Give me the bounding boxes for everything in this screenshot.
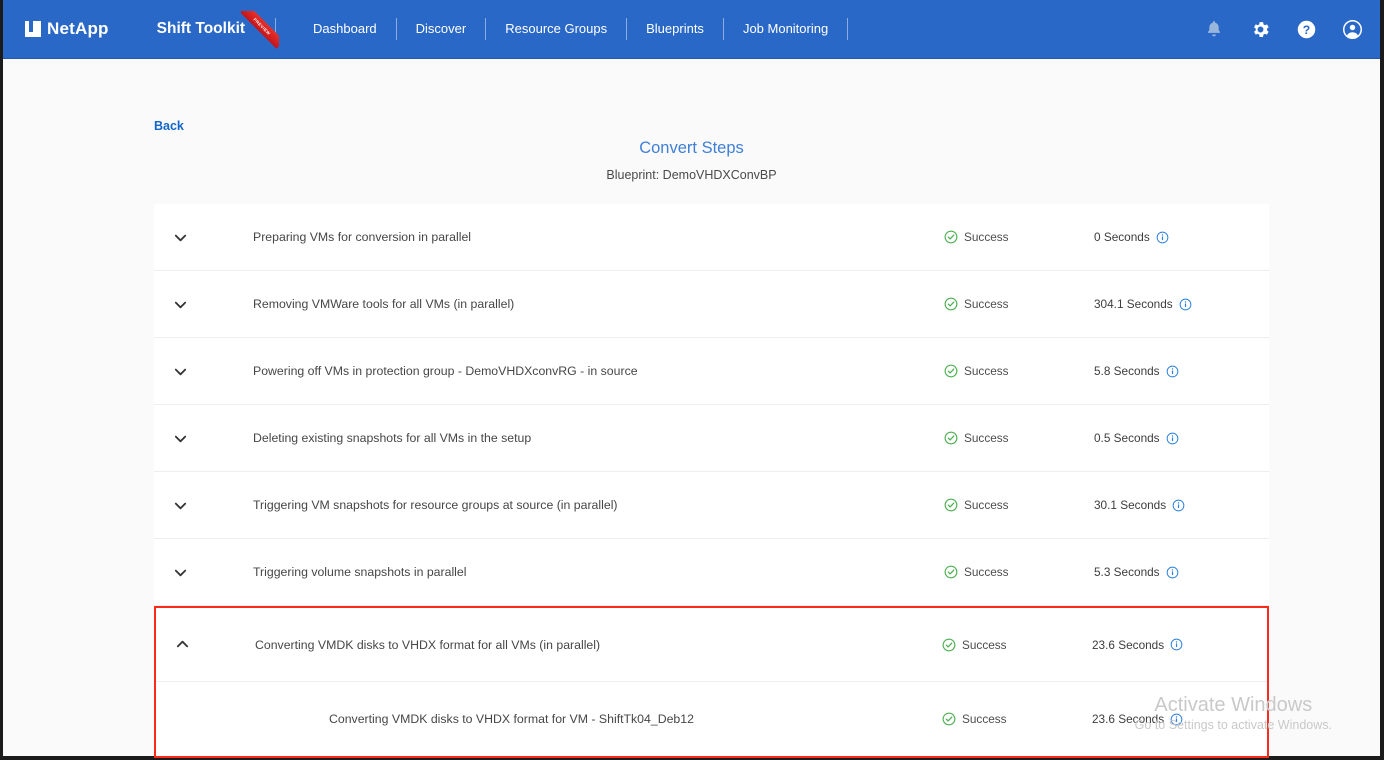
nav-item-discover[interactable]: Discover [397,18,486,40]
duration-cell: 23.6 Seconds [1092,712,1267,726]
page-title: Convert Steps [3,139,1380,158]
gear-icon[interactable] [1250,19,1270,39]
back-link[interactable]: Back [154,119,184,133]
step-row[interactable]: Preparing VMs for conversion in parallel… [154,204,1269,271]
step-row[interactable]: Powering off VMs in protection group - D… [154,338,1269,405]
app-name-text: Shift Toolkit [157,20,245,37]
sub-step-row[interactable]: Converting VMDK disks to VHDX format for… [156,682,1267,756]
nav-links: Dashboard Discover Resource Groups Bluep… [294,18,848,40]
duration-cell: 30.1 Seconds [1094,498,1269,512]
nav-item-resource-groups[interactable]: Resource Groups [486,18,626,40]
status-badge: Success [942,638,1092,652]
duration-cell: 23.6 Seconds [1092,638,1267,652]
app-window: NetApp Shift Toolkit PREVIEW Dashboard D… [0,0,1384,760]
status-badge: Success [942,712,1092,726]
duration-label: 5.3 Seconds [1094,565,1160,579]
status-badge: Success [944,498,1094,512]
step-row[interactable]: Deleting existing snapshots for all VMs … [154,405,1269,472]
account-icon[interactable] [1342,19,1362,39]
step-row-expanded[interactable]: Converting VMDK disks to VHDX format for… [156,608,1267,682]
step-row[interactable]: Removing VMWare tools for all VMs (in pa… [154,271,1269,338]
duration-label: 5.8 Seconds [1094,364,1160,378]
preview-ribbon-icon: PREVIEW [241,11,279,49]
netapp-logo-text: NetApp [47,19,109,39]
status-badge: Success [944,364,1094,378]
netapp-logo-icon [25,21,41,37]
status-badge: Success [944,297,1094,311]
duration-label: 0 Seconds [1094,230,1150,244]
status-label: Success [964,230,1009,244]
top-navigation-bar: NetApp Shift Toolkit PREVIEW Dashboard D… [3,0,1380,59]
page-content: Back Convert Steps Blueprint: DemoVHDXCo… [3,59,1380,756]
chevron-down-icon[interactable] [160,364,200,379]
status-label: Success [964,431,1009,445]
top-right-actions: ? [1204,19,1362,39]
app-name: Shift Toolkit PREVIEW [157,20,275,38]
convert-steps-list: Preparing VMs for conversion in parallel… [154,204,1269,758]
chevron-down-icon[interactable] [160,565,200,580]
step-label: Preparing VMs for conversion in parallel [253,230,944,244]
svg-text:?: ? [1303,23,1310,37]
status-label: Success [964,297,1009,311]
chevron-down-icon[interactable] [160,431,200,446]
duration-cell: 0.5 Seconds [1094,431,1269,445]
status-label: Success [962,712,1007,726]
step-row[interactable]: Triggering VM snapshots for resource gro… [154,472,1269,539]
nav-item-dashboard[interactable]: Dashboard [294,18,396,40]
step-label: Deleting existing snapshots for all VMs … [253,431,944,445]
step-label: Removing VMWare tools for all VMs (in pa… [253,297,944,311]
info-icon [1166,432,1179,445]
info-icon [1170,638,1183,651]
chevron-up-icon[interactable] [162,637,202,652]
chevron-down-icon[interactable] [160,498,200,513]
info-icon [1156,231,1169,244]
step-label: Converting VMDK disks to VHDX format for… [255,638,942,652]
duration-label: 23.6 Seconds [1092,712,1164,726]
duration-cell: 5.3 Seconds [1094,565,1269,579]
duration-label: 304.1 Seconds [1094,297,1173,311]
duration-cell: 0 Seconds [1094,230,1269,244]
duration-label: 23.6 Seconds [1092,638,1164,652]
status-label: Success [964,498,1009,512]
bell-icon[interactable] [1204,19,1224,39]
info-icon [1172,499,1185,512]
duration-cell: 304.1 Seconds [1094,297,1269,311]
info-icon [1170,713,1183,726]
duration-label: 0.5 Seconds [1094,431,1160,445]
nav-divider [847,18,848,40]
netapp-logo[interactable]: NetApp [25,19,109,39]
status-label: Success [964,364,1009,378]
nav-item-job-monitoring[interactable]: Job Monitoring [724,18,847,40]
info-icon [1166,365,1179,378]
nav-item-blueprints[interactable]: Blueprints [627,18,723,40]
step-label: Powering off VMs in protection group - D… [253,364,944,378]
status-label: Success [962,638,1007,652]
preview-ribbon-label: PREVIEW [241,11,279,49]
status-badge: Success [944,565,1094,579]
step-row[interactable]: Triggering volume snapshots in parallel … [154,539,1269,606]
sub-step-label: Converting VMDK disks to VHDX format for… [329,712,942,726]
status-label: Success [964,565,1009,579]
chevron-down-icon[interactable] [160,297,200,312]
info-icon [1166,566,1179,579]
chevron-down-icon[interactable] [160,230,200,245]
duration-cell: 5.8 Seconds [1094,364,1269,378]
nav-divider [275,18,276,40]
highlighted-step-group: Converting VMDK disks to VHDX format for… [154,606,1269,758]
help-icon[interactable]: ? [1296,19,1316,39]
status-badge: Success [944,230,1094,244]
info-icon [1179,298,1192,311]
duration-label: 30.1 Seconds [1094,498,1166,512]
page-subtitle: Blueprint: DemoVHDXConvBP [3,168,1380,182]
step-label: Triggering VM snapshots for resource gro… [253,498,944,512]
step-label: Triggering volume snapshots in parallel [253,565,944,579]
status-badge: Success [944,431,1094,445]
